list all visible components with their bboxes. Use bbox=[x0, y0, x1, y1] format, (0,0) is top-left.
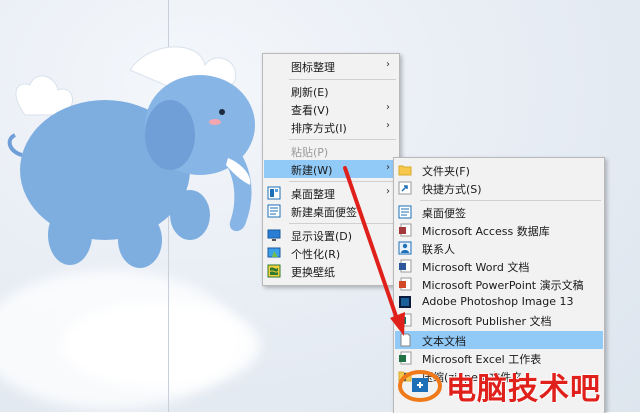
menu-item-label: 排序方式(I) bbox=[291, 122, 347, 135]
chevron-right-icon: › bbox=[386, 162, 390, 173]
menu-item-label: 新建桌面便签 bbox=[291, 206, 357, 219]
submenu-item-label: 文本文档 bbox=[422, 335, 466, 348]
submenu-item-folder[interactable]: 文件夹(F) bbox=[395, 161, 603, 179]
menu-item-label: 查看(V) bbox=[291, 104, 330, 117]
desktop-context-menu: 图标整理 › 刷新(E) 查看(V) › 排序方式(I) › 粘贴(P) 新建(… bbox=[262, 53, 400, 286]
access-icon bbox=[399, 223, 412, 237]
chevron-right-icon: › bbox=[386, 120, 390, 131]
submenu-item-powerpoint[interactable]: Microsoft PowerPoint 演示文稿 bbox=[395, 275, 603, 293]
watermark-logo-icon bbox=[398, 370, 442, 402]
submenu-item-label: 联系人 bbox=[422, 243, 455, 256]
menu-item-label: 个性化(R) bbox=[291, 248, 341, 261]
watermark: 电脑技术吧 bbox=[398, 360, 640, 412]
word-icon bbox=[399, 259, 412, 273]
publisher-icon bbox=[399, 313, 412, 327]
menu-item-paste[interactable]: 粘贴(P) bbox=[264, 142, 398, 160]
cloud-decoration bbox=[60, 300, 260, 390]
submenu-item-access-db[interactable]: Microsoft Access 数据库 bbox=[395, 221, 603, 239]
contact-icon bbox=[398, 241, 412, 255]
display-settings-icon bbox=[267, 229, 281, 241]
submenu-item-publisher[interactable]: Microsoft Publisher 文档 bbox=[395, 311, 603, 329]
submenu-item-label: Microsoft Access 数据库 bbox=[422, 225, 550, 238]
menu-item-label: 显示设置(D) bbox=[291, 230, 353, 243]
chevron-right-icon: › bbox=[386, 186, 390, 197]
submenu-item-text-document[interactable]: 文本文档 bbox=[395, 331, 603, 349]
chevron-right-icon: › bbox=[386, 102, 390, 113]
menu-item-refresh[interactable]: 刷新(E) bbox=[264, 82, 398, 100]
menu-item-label: 桌面整理 bbox=[291, 188, 335, 201]
photoshop-icon bbox=[399, 296, 411, 308]
shortcut-icon bbox=[398, 181, 412, 195]
wallpaper-icon bbox=[267, 264, 281, 278]
menu-separator bbox=[289, 79, 396, 80]
submenu-item-shortcut[interactable]: 快捷方式(S) bbox=[395, 179, 603, 197]
menu-separator bbox=[420, 200, 601, 201]
elephant-wallpaper-illustration bbox=[7, 46, 255, 268]
desktop-organize-icon bbox=[267, 186, 281, 200]
menu-item-personalize[interactable]: 个性化(R) bbox=[264, 244, 398, 262]
text-document-icon bbox=[400, 333, 411, 347]
sticky-note-icon bbox=[267, 204, 281, 218]
chevron-right-icon: › bbox=[386, 59, 390, 70]
menu-item-label: 更换壁纸 bbox=[291, 266, 335, 279]
submenu-item-label: 桌面便签 bbox=[422, 207, 466, 220]
menu-item-change-wallpaper[interactable]: 更换壁纸 bbox=[264, 262, 398, 280]
submenu-item-label: 快捷方式(S) bbox=[422, 183, 482, 196]
submenu-item-photoshop[interactable]: Adobe Photoshop Image 13 bbox=[395, 293, 603, 311]
note-icon bbox=[398, 205, 412, 219]
menu-item-desktop-organize[interactable]: 桌面整理 › bbox=[264, 184, 398, 202]
submenu-item-label: 文件夹(F) bbox=[422, 165, 470, 178]
watermark-text: 电脑技术吧 bbox=[446, 372, 601, 407]
menu-item-label: 粘贴(P) bbox=[291, 146, 329, 159]
menu-item-label: 图标整理 bbox=[291, 61, 335, 74]
menu-item-icon-arrange[interactable]: 图标整理 › bbox=[264, 57, 398, 75]
menu-item-label: 刷新(E) bbox=[291, 86, 329, 99]
menu-separator bbox=[289, 223, 396, 224]
menu-item-new-sticky-note[interactable]: 新建桌面便签 bbox=[264, 202, 398, 220]
submenu-item-desktop-note[interactable]: 桌面便签 bbox=[395, 203, 603, 221]
submenu-item-label: Microsoft PowerPoint 演示文稿 bbox=[422, 279, 584, 292]
powerpoint-icon bbox=[399, 277, 412, 291]
folder-icon bbox=[398, 165, 412, 176]
menu-separator bbox=[289, 139, 396, 140]
submenu-item-contact[interactable]: 联系人 bbox=[395, 239, 603, 257]
submenu-item-label: Microsoft Publisher 文档 bbox=[422, 315, 552, 328]
submenu-item-word-doc[interactable]: Microsoft Word 文档 bbox=[395, 257, 603, 275]
menu-item-label: 新建(W) bbox=[291, 164, 333, 177]
menu-separator bbox=[289, 181, 396, 182]
personalize-icon bbox=[267, 247, 281, 258]
submenu-item-label: Adobe Photoshop Image 13 bbox=[422, 295, 574, 308]
menu-item-display-settings[interactable]: 显示设置(D) bbox=[264, 226, 398, 244]
menu-item-new[interactable]: 新建(W) › bbox=[264, 160, 398, 178]
submenu-item-label: Microsoft Word 文档 bbox=[422, 261, 530, 274]
menu-item-sort-by[interactable]: 排序方式(I) › bbox=[264, 118, 398, 136]
menu-item-view[interactable]: 查看(V) › bbox=[264, 100, 398, 118]
